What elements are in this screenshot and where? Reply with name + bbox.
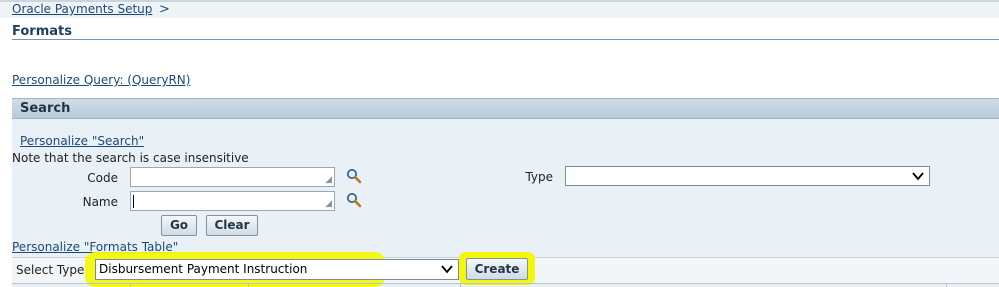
type-label: Type: [525, 170, 553, 184]
code-input[interactable]: ◢: [130, 167, 335, 187]
type-select[interactable]: [565, 166, 930, 186]
search-title: Search: [20, 101, 71, 116]
search-header: [12, 98, 999, 119]
magnifying-glass-icon[interactable]: [346, 192, 362, 208]
breadcrumb-separator: >: [159, 2, 170, 17]
page-title: Formats: [12, 24, 72, 39]
magnifying-glass-icon[interactable]: [346, 168, 362, 184]
table-column-divider: [460, 283, 461, 287]
resize-grip-icon: ◢: [325, 199, 332, 209]
text-caret: [133, 195, 134, 208]
chevron-down-icon: [441, 265, 453, 274]
table-column-divider: [130, 283, 131, 287]
select-type-dropdown[interactable]: Disbursement Payment Instruction: [95, 259, 459, 280]
table-column-divider: [248, 283, 249, 287]
clear-button[interactable]: Clear: [206, 215, 258, 236]
select-type-label: Select Type: [16, 263, 85, 277]
code-label: Code: [87, 171, 118, 185]
table-header-rule: [12, 283, 999, 284]
personalize-query-link[interactable]: Personalize Query: (QueryRN): [12, 73, 190, 87]
resize-grip-icon: ◢: [325, 175, 332, 185]
create-button[interactable]: Create: [466, 258, 528, 280]
chevron-down-icon: [912, 172, 924, 181]
go-button[interactable]: Go: [161, 215, 197, 236]
personalize-search-link[interactable]: Personalize "Search": [20, 134, 144, 148]
title-divider: [12, 39, 999, 40]
name-input[interactable]: ◢: [130, 191, 335, 211]
name-label: Name: [82, 195, 118, 209]
select-type-value: Disbursement Payment Instruction: [99, 262, 308, 276]
case-insensitive-note: Note that the search is case insensitive: [12, 151, 249, 165]
table-column-divider: [946, 283, 947, 287]
breadcrumb-oracle-payments-setup[interactable]: Oracle Payments Setup: [12, 2, 152, 16]
